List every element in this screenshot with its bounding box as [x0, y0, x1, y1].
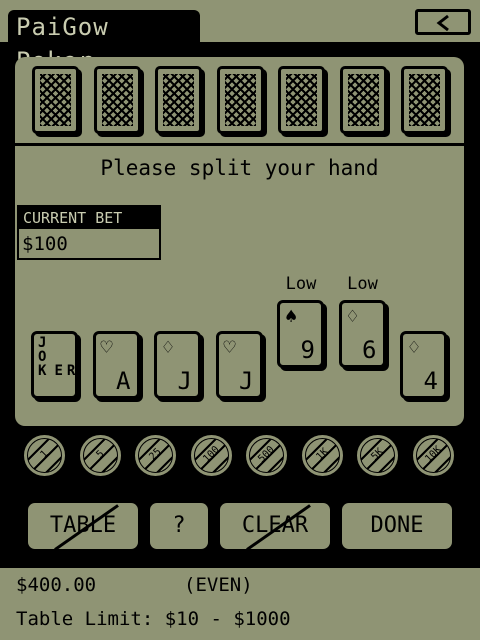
card-back-pattern: [163, 74, 194, 126]
chip-500[interactable]: 500: [243, 432, 290, 479]
split-message: Please split your hand: [100, 156, 379, 180]
card-back: [93, 66, 141, 134]
done-button[interactable]: DONE: [339, 500, 455, 552]
card-suit-icon: ♢: [162, 335, 175, 359]
card-back-pattern: [224, 74, 256, 126]
card-back: [32, 66, 79, 134]
card-rank: J: [177, 367, 192, 395]
card-back-pattern: [40, 74, 71, 126]
card-back: [339, 66, 387, 134]
card-back-pattern: [101, 74, 133, 126]
card-suit-icon: ♢: [408, 335, 421, 359]
card-rank: 4: [423, 367, 438, 395]
card-suit-icon: ♡: [223, 335, 236, 359]
card-rank: A: [116, 367, 131, 395]
chevron-left-icon: [436, 14, 449, 32]
card-back: [155, 66, 202, 134]
card-back-pattern: [286, 74, 317, 126]
chip-10k[interactable]: 10K: [409, 432, 457, 479]
card-suit-icon: ♡: [100, 335, 113, 359]
low-hand-label: Low: [347, 274, 378, 294]
low-hand-label: Low: [285, 274, 317, 294]
hand-card[interactable]: ♢ 4: [400, 331, 447, 399]
table-button[interactable]: TABLE: [25, 500, 141, 552]
joker-label: JOKER: [38, 335, 76, 379]
chip-100[interactable]: 100: [187, 432, 235, 479]
table-limit: Table Limit: $10 - $1000: [16, 608, 291, 630]
chip-1[interactable]: 1: [21, 432, 68, 479]
hand-card[interactable]: ♡ J: [215, 331, 263, 399]
card-rank: J: [239, 367, 254, 395]
hand-card[interactable]: ♠ 9: [277, 300, 324, 368]
help-button[interactable]: ?: [147, 500, 211, 552]
card-suit-icon: ♠: [285, 304, 298, 328]
app-title: PaiGow Poker: [8, 10, 200, 75]
chip-1k[interactable]: 1K: [298, 432, 346, 479]
hand-card[interactable]: ♡ A: [92, 331, 140, 399]
table-button-label: TABLE: [49, 513, 117, 538]
current-bet-box: CURRENT BET $100: [17, 205, 161, 260]
card-suit-icon: ♢: [346, 304, 359, 328]
current-bet-value: $100: [22, 233, 68, 255]
chip-5[interactable]: 5: [76, 432, 124, 479]
hand-card[interactable]: ♢ 6: [338, 300, 386, 368]
clear-button[interactable]: CLEAR: [217, 500, 333, 552]
chip-5k[interactable]: 5K: [354, 432, 401, 479]
help-button-label: ?: [172, 513, 186, 538]
card-back: [278, 66, 325, 134]
card-rank: 9: [300, 336, 315, 364]
table-divider: [15, 143, 464, 146]
chip-25[interactable]: 25: [132, 432, 179, 479]
card-rank: 6: [362, 336, 377, 364]
hand-card[interactable]: ♢ J: [154, 331, 201, 399]
hand-card[interactable]: JOKER: [31, 331, 78, 399]
done-button-label: DONE: [370, 513, 424, 538]
card-back-pattern: [347, 74, 379, 126]
card-back: [401, 66, 448, 134]
clear-button-label: CLEAR: [241, 513, 309, 538]
balance: $400.00: [16, 574, 97, 596]
card-back-pattern: [409, 74, 440, 126]
game-status: (EVEN): [184, 574, 253, 596]
back-button[interactable]: [415, 9, 471, 35]
card-back: [216, 66, 264, 134]
current-bet-label: CURRENT BET: [19, 207, 159, 229]
